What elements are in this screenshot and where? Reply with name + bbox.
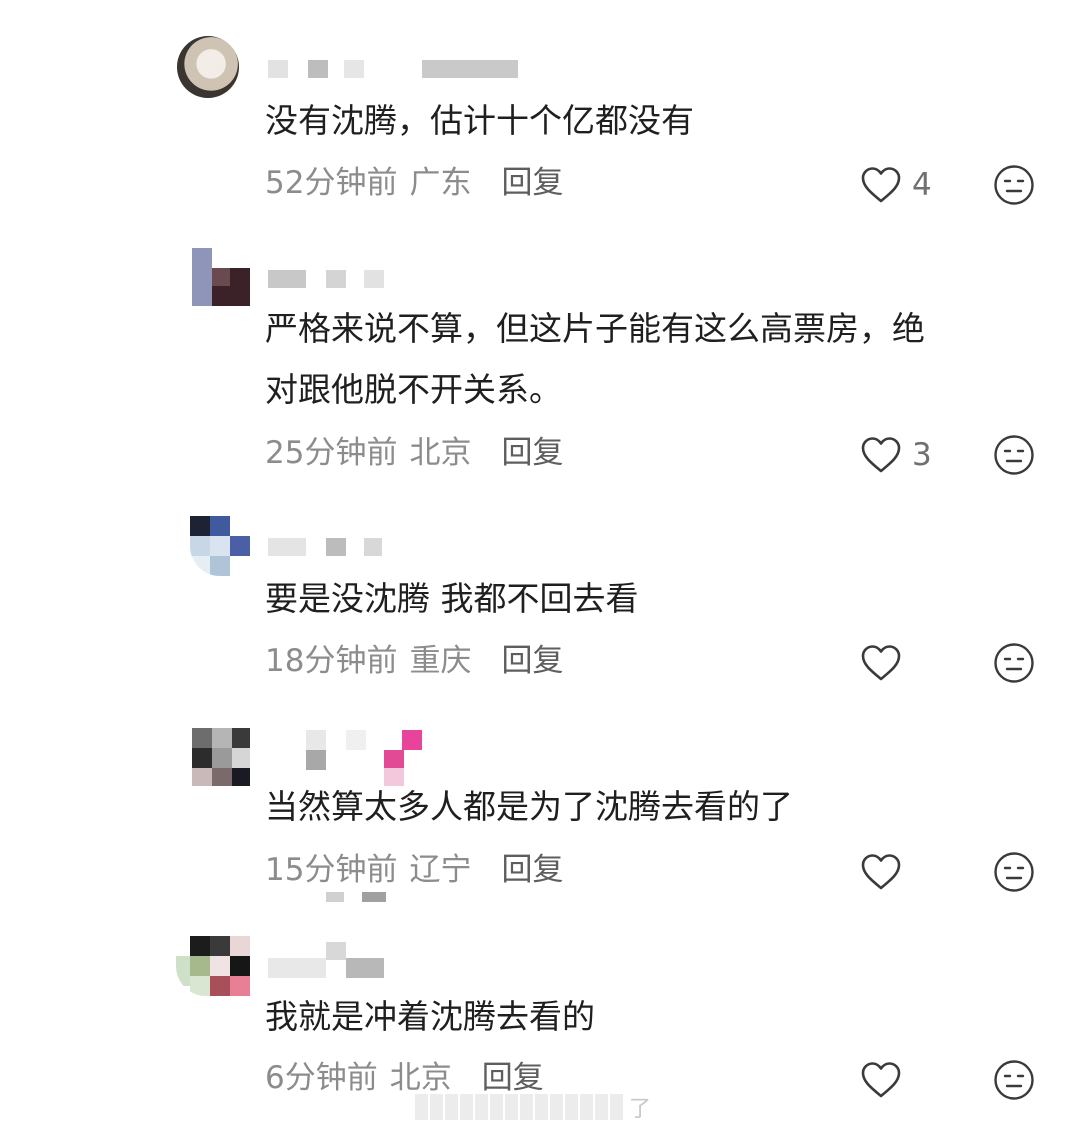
comment-meta: 52分钟前 广东 回复 [265, 163, 563, 203]
reply-button[interactable]: 回复 [501, 852, 563, 888]
like-button[interactable] [860, 1058, 912, 1102]
heart-outline-icon [860, 852, 902, 892]
dislike-button[interactable] [993, 1059, 1035, 1101]
comment-text: 要是没沈腾 我都不回去看 [265, 579, 639, 618]
like-button[interactable]: 3 [860, 433, 932, 477]
like-button[interactable] [860, 850, 912, 894]
comment-time: 25分钟前 [265, 435, 398, 471]
comment-location: 辽宁 [409, 852, 472, 888]
comment-meta: 15分钟前 辽宁 回复 [265, 850, 563, 890]
blur-artifact [326, 892, 386, 902]
neutral-face-icon [993, 1059, 1035, 1101]
comment-location: 重庆 [409, 643, 472, 679]
comment-location: 广东 [409, 165, 472, 201]
comment-location: 北京 [409, 435, 472, 471]
avatar[interactable] [192, 728, 250, 786]
neutral-face-icon [993, 434, 1035, 476]
reply-button[interactable]: 回复 [501, 643, 563, 679]
comment-location: 北京 [389, 1060, 452, 1096]
comment-text: 我就是冲着沈腾去看的 [265, 997, 595, 1036]
dislike-button[interactable] [993, 164, 1035, 206]
comment-text: 严格来说不算，但这片子能有这么高票房，绝 对跟他脱不开关系。 [265, 309, 925, 409]
comment-text: 当然算太多人都是为了沈腾去看的了 [265, 787, 793, 826]
watermark: 了 [415, 1092, 651, 1122]
neutral-face-icon [993, 164, 1035, 206]
neutral-face-icon [993, 851, 1035, 893]
reply-button[interactable]: 回复 [482, 1060, 544, 1096]
watermark-text: 了 [629, 1097, 652, 1122]
comment-list-screen: { "comments": [ { "text": "没有沈腾，估计十个亿都没有… [0, 0, 1080, 1138]
comment-text: 没有沈腾，估计十个亿都没有 [265, 101, 694, 140]
heart-outline-icon [860, 643, 902, 683]
dislike-button[interactable] [993, 642, 1035, 684]
avatar[interactable] [176, 936, 250, 996]
comment-time: 15分钟前 [265, 852, 398, 888]
dislike-button[interactable] [993, 434, 1035, 476]
like-button[interactable]: 4 [860, 163, 932, 207]
comment-meta: 25分钟前 北京 回复 [265, 433, 563, 473]
avatar[interactable] [192, 248, 250, 306]
like-button[interactable] [860, 641, 912, 685]
comment-time: 18分钟前 [265, 643, 398, 679]
avatar[interactable] [190, 516, 250, 576]
heart-outline-icon [860, 165, 902, 205]
like-count: 3 [912, 437, 932, 473]
like-count: 4 [912, 167, 932, 203]
avatar[interactable] [177, 36, 239, 98]
reply-button[interactable]: 回复 [501, 435, 563, 471]
heart-outline-icon [860, 1060, 902, 1100]
comment-time: 6分钟前 [265, 1060, 378, 1096]
neutral-face-icon [993, 642, 1035, 684]
dislike-button[interactable] [993, 851, 1035, 893]
comment-time: 52分钟前 [265, 165, 398, 201]
comment-meta: 18分钟前 重庆 回复 [265, 641, 563, 681]
reply-button[interactable]: 回复 [501, 165, 563, 201]
heart-outline-icon [860, 435, 902, 475]
